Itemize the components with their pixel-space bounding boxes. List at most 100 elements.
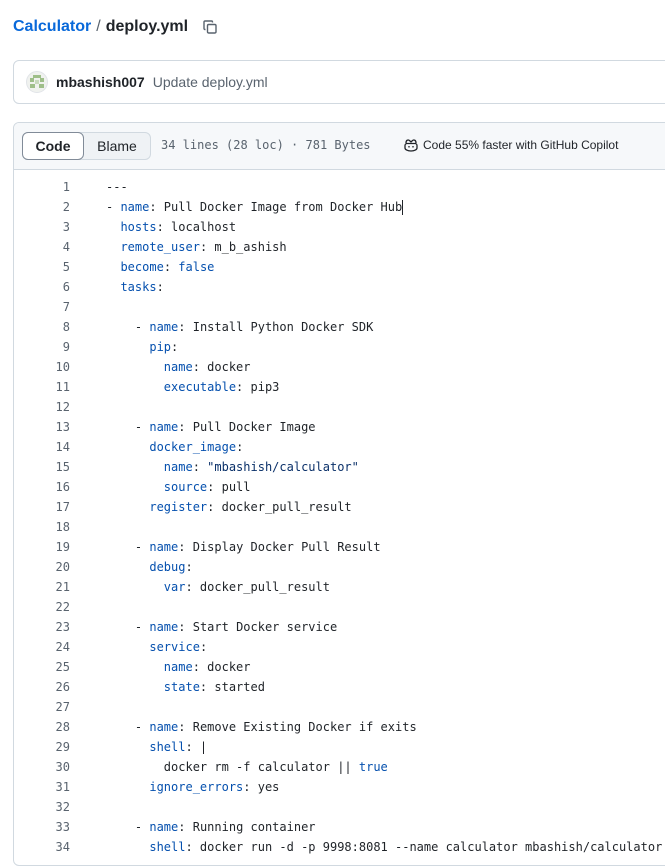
tab-blame[interactable]: Blame (84, 133, 150, 159)
line-number[interactable]: 25 (14, 660, 70, 674)
code-text: : docker run -d -p 9998:8081 --name calc… (185, 840, 663, 854)
line-number[interactable]: 26 (14, 680, 70, 694)
line-number[interactable]: 4 (14, 240, 70, 254)
line-content: state: started (106, 680, 265, 694)
line-number[interactable]: 34 (14, 840, 70, 854)
line-content: tasks: (106, 280, 163, 294)
code-text: - (106, 320, 150, 334)
line-content: - name: Pull Docker Image (106, 420, 316, 434)
latest-commit-bar: mbashish007 Update deploy.yml (13, 60, 665, 104)
line-number[interactable]: 7 (14, 300, 70, 314)
line-content: - name: Start Docker service (106, 620, 337, 634)
line-content: name: "mbashish/calculator" (106, 460, 359, 474)
line-number[interactable]: 19 (14, 540, 70, 554)
code-text: : Remove Existing Docker if exits (178, 720, 417, 734)
line-number[interactable]: 17 (14, 500, 70, 514)
copilot-icon (403, 137, 419, 153)
line-content: become: false (106, 260, 214, 274)
breadcrumb: Calculator / deploy.yml (13, 16, 218, 38)
line-number[interactable]: 23 (14, 620, 70, 634)
code-line: 27 (14, 697, 665, 717)
line-number[interactable]: 20 (14, 560, 70, 574)
code-line: 11 executable: pip3 (14, 377, 665, 397)
line-number[interactable]: 6 (14, 280, 70, 294)
line-content: hosts: localhost (106, 220, 236, 234)
line-number[interactable]: 15 (14, 460, 70, 474)
line-number[interactable]: 30 (14, 760, 70, 774)
code-line: 20 debug: (14, 557, 665, 577)
line-number[interactable]: 31 (14, 780, 70, 794)
line-number[interactable]: 13 (14, 420, 70, 434)
yaml-key: tasks (120, 280, 157, 294)
code-line: 8 - name: Install Python Docker SDK (14, 317, 665, 337)
code-line: 12 (14, 397, 665, 417)
line-number[interactable]: 8 (14, 320, 70, 334)
line-content: register: docker_pull_result (106, 500, 351, 514)
line-number[interactable]: 29 (14, 740, 70, 754)
line-number[interactable]: 32 (14, 800, 70, 814)
line-content: pip: (106, 340, 178, 354)
commit-author-link[interactable]: mbashish007 (56, 74, 145, 90)
code-view[interactable]: 1 --- 2- name: Pull Docker Image from Dock… (14, 177, 665, 857)
line-content: debug: (106, 560, 192, 574)
line-number[interactable]: 14 (14, 440, 70, 454)
copilot-promo-label: Code 55% faster with GitHub Copilot (423, 138, 619, 152)
copilot-promo[interactable]: Code 55% faster with GitHub Copilot (403, 137, 618, 153)
code-line: 13 - name: Pull Docker Image (14, 417, 665, 437)
line-content: name: docker (106, 360, 251, 374)
yaml-string: "mbashish/calculator" (207, 460, 359, 474)
code-text: - (106, 720, 150, 734)
line-number[interactable]: 27 (14, 700, 70, 714)
code-text: : Install Python Docker SDK (178, 320, 374, 334)
line-number[interactable]: 5 (14, 260, 70, 274)
line-number[interactable]: 33 (14, 820, 70, 834)
yaml-key: executable (163, 380, 237, 394)
line-number[interactable]: 22 (14, 600, 70, 614)
copy-path-icon[interactable] (202, 19, 218, 35)
code-text: : Running container (178, 820, 316, 834)
tab-code[interactable]: Code (22, 132, 84, 160)
line-number[interactable]: 21 (14, 580, 70, 594)
line-number[interactable]: 28 (14, 720, 70, 734)
line-number[interactable]: 24 (14, 640, 70, 654)
code-text: - (106, 420, 150, 434)
code-text: : localhost (156, 220, 237, 234)
yaml-key: docker_image (149, 440, 237, 454)
breadcrumb-repo-link[interactable]: Calculator (13, 18, 91, 36)
line-number[interactable]: 2 (14, 200, 70, 214)
yaml-key: debug (149, 560, 186, 574)
code-line: 25 name: docker (14, 657, 665, 677)
code-text: : docker (192, 660, 251, 674)
line-number[interactable]: 18 (14, 520, 70, 534)
line-number[interactable]: 16 (14, 480, 70, 494)
line-number[interactable]: 11 (14, 380, 70, 394)
commit-message-link[interactable]: Update deploy.yml (153, 74, 268, 90)
line-number[interactable]: 10 (14, 360, 70, 374)
code-text: - (106, 820, 150, 834)
yaml-key: name (149, 540, 179, 554)
code-line: 22 (14, 597, 665, 617)
code-text: - (106, 620, 150, 634)
code-line: 33 - name: Running container (14, 817, 665, 837)
yaml-key: name (163, 460, 193, 474)
line-content: shell: docker run -d -p 9998:8081 --name… (106, 840, 662, 854)
line-number[interactable]: 3 (14, 220, 70, 234)
code-line: 10 name: docker (14, 357, 665, 377)
avatar[interactable] (26, 71, 48, 93)
line-number[interactable]: 12 (14, 400, 70, 414)
code-text: : started (199, 680, 265, 694)
code-line: 14 docker_image: (14, 437, 665, 457)
code-text: : yes (243, 780, 280, 794)
yaml-key: register (149, 500, 208, 514)
line-number[interactable]: 1 (14, 180, 70, 194)
line-content: docker_image: (106, 440, 243, 454)
line-number[interactable]: 9 (14, 340, 70, 354)
line-content: executable: pip3 (106, 380, 280, 394)
line-content: ignore_errors: yes (106, 780, 279, 794)
